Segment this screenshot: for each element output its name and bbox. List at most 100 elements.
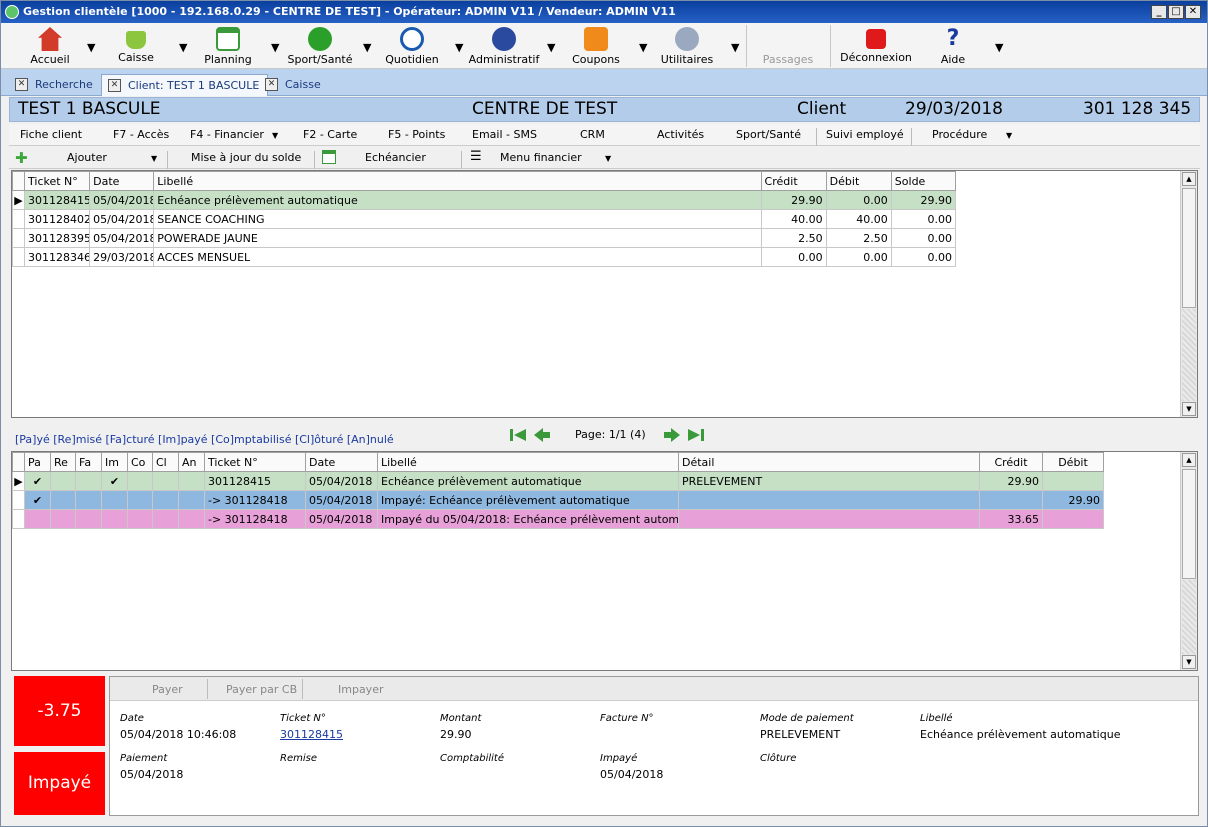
toolbar-passages[interactable]: Passages [753,25,823,67]
close-tab-icon[interactable]: ✕ [265,78,278,91]
ajouter-button[interactable]: Ajouter [67,151,107,164]
column-header-debit[interactable]: Débit [1042,452,1104,472]
first-page-icon[interactable] [509,426,527,444]
table-row[interactable]: ▶ 301128415 05/04/2018 Echéance prélèvem… [11,190,957,210]
column-header-credit[interactable]: Crédit [760,171,827,191]
menu-fiche-client[interactable]: Fiche client [20,128,82,141]
payer-cb-button[interactable]: Payer par CB [226,683,297,696]
table-row[interactable]: 301128402 05/04/2018 SEANCE COACHING 40.… [11,209,957,229]
scroll-track[interactable] [1182,309,1196,401]
column-header-fa[interactable]: Fa [75,452,102,472]
column-header-credit[interactable]: Crédit [979,452,1043,472]
table-row[interactable]: -> 301128418 05/04/2018 Impayé du 05/04/… [12,509,1104,529]
impayer-button[interactable]: Impayer [338,683,383,696]
menu-email-sms[interactable]: Email - SMS [472,128,537,141]
menu-financier-dropdown-icon[interactable]: ▼ [605,154,611,163]
menu-financier[interactable]: F4 - Financier [190,128,264,141]
close-tab-icon[interactable]: ✕ [15,78,28,91]
toolbar-aide[interactable]: ? Aide [925,25,981,67]
label-facture: Facture N° [600,713,654,724]
cart-icon [126,31,146,49]
toolbar-deconnexion-label: Déconnexion [840,51,912,64]
column-header-pa[interactable]: Pa [24,452,51,472]
close-button[interactable]: ✕ [1185,5,1201,19]
menu-points[interactable]: F5 - Points [388,128,445,141]
close-tab-icon[interactable]: ✕ [108,79,121,92]
table-row[interactable]: ▶ ✔ ✔ 301128415 05/04/2018 Echéance prél… [12,471,1104,491]
tab-recherche[interactable]: ✕ Recherche [9,74,101,96]
menu-lines-icon: ☰ [470,149,482,164]
toolbar-accueil[interactable]: Accueil [15,25,85,67]
echeancier-button[interactable]: Echéancier [365,151,426,164]
next-page-icon[interactable] [663,426,681,444]
column-header-co[interactable]: Co [127,452,153,472]
menu-activites[interactable]: Activités [657,128,704,141]
toolbar-caisse[interactable]: Caisse [101,25,171,67]
cell-ticket: 301128415 [204,471,306,491]
client-number: 301 128 345 [1083,99,1192,119]
vertical-scrollbar[interactable]: ▲ ▼ [1180,171,1197,417]
column-header-date[interactable]: Date [89,171,155,191]
menu-acces[interactable]: F7 - Accès [113,128,169,141]
toolbar-coupons[interactable]: Coupons [561,25,631,67]
cell-debit: 0.00 [825,247,892,267]
cell-re [50,471,76,491]
ajouter-dropdown-icon[interactable]: ▼ [151,154,157,163]
column-header-re[interactable]: Re [50,452,76,472]
payer-button[interactable]: Payer [152,683,183,696]
scroll-down-icon[interactable]: ▼ [1182,402,1196,416]
column-header-an[interactable]: An [178,452,205,472]
label-montant: Montant [440,713,482,724]
toolbar-utilitaires[interactable]: Utilitaires [651,25,723,67]
toolbar-administratif[interactable]: Administratif [465,25,543,67]
toolbar-quotidien[interactable]: Quotidien [377,25,447,67]
cell-debit: 0.00 [825,190,892,210]
menu-crm[interactable]: CRM [580,128,605,141]
column-header-libelle[interactable]: Libellé [153,171,762,191]
client-menu-bar: Fiche client F7 - Accès F4 - Financier ▼… [9,124,1200,146]
table-row[interactable]: 301128346 29/03/2018 ACCES MENSUEL 0.00 … [11,247,957,267]
toolbar-utilitaires-label: Utilitaires [660,53,714,66]
maximize-button[interactable]: □ [1168,5,1184,19]
column-header-date[interactable]: Date [305,452,378,472]
minimize-button[interactable]: _ [1151,5,1167,19]
column-header-detail[interactable]: Détail [678,452,980,472]
table-row[interactable]: 301128395 05/04/2018 POWERADE JAUNE 2.50… [11,228,957,248]
value-impaye: 05/04/2018 [600,768,664,781]
financier-dropdown-icon[interactable]: ▼ [272,131,278,140]
tab-caisse[interactable]: ✕ Caisse [259,74,329,96]
column-header-im[interactable]: Im [101,452,128,472]
column-header-ticket[interactable]: Ticket N° [24,171,91,191]
column-header-debit[interactable]: Débit [825,171,892,191]
scroll-thumb[interactable] [1182,469,1196,579]
menu-carte[interactable]: F2 - Carte [303,128,357,141]
column-header-libelle[interactable]: Libellé [377,452,679,472]
scroll-track[interactable] [1182,580,1196,654]
table-row[interactable]: ✔ -> 301128418 05/04/2018 Impayé: Echéan… [12,490,1104,510]
procedure-dropdown-icon[interactable]: ▼ [1006,131,1012,140]
column-header-solde[interactable]: Solde [890,171,957,191]
menu-suivi-employe[interactable]: Suivi employé [826,128,904,141]
ticket-link[interactable]: 301128415 [280,728,343,741]
cell-solde: 0.00 [890,209,957,229]
cell-libelle: Echéance prélèvement automatique [153,190,762,210]
maj-solde-button[interactable]: Mise à jour du solde [191,151,301,164]
vertical-scrollbar[interactable]: ▲ ▼ [1180,452,1197,670]
menu-financier-button[interactable]: Menu financier [500,151,582,164]
scroll-down-icon[interactable]: ▼ [1182,655,1196,669]
scroll-up-icon[interactable]: ▲ [1182,172,1196,186]
toolbar-sport[interactable]: Sport/Santé [283,25,357,67]
column-header-cl[interactable]: Cl [152,452,179,472]
scroll-up-icon[interactable]: ▲ [1182,453,1196,467]
menu-sport-sante[interactable]: Sport/Santé [736,128,801,141]
tab-client[interactable]: ✕ Client: TEST 1 BASCULE [101,74,269,96]
last-page-icon[interactable] [687,426,705,444]
cell-debit: 40.00 [825,209,892,229]
previous-page-icon[interactable] [533,426,551,444]
menu-procedure[interactable]: Procédure [932,128,987,141]
scroll-thumb[interactable] [1182,188,1196,308]
toolbar-planning[interactable]: Planning [193,25,263,67]
client-header: TEST 1 BASCULE CENTRE DE TEST Client 29/… [9,97,1200,122]
column-header-ticket[interactable]: Ticket N° [204,452,306,472]
toolbar-deconnexion[interactable]: Déconnexion [837,25,915,67]
